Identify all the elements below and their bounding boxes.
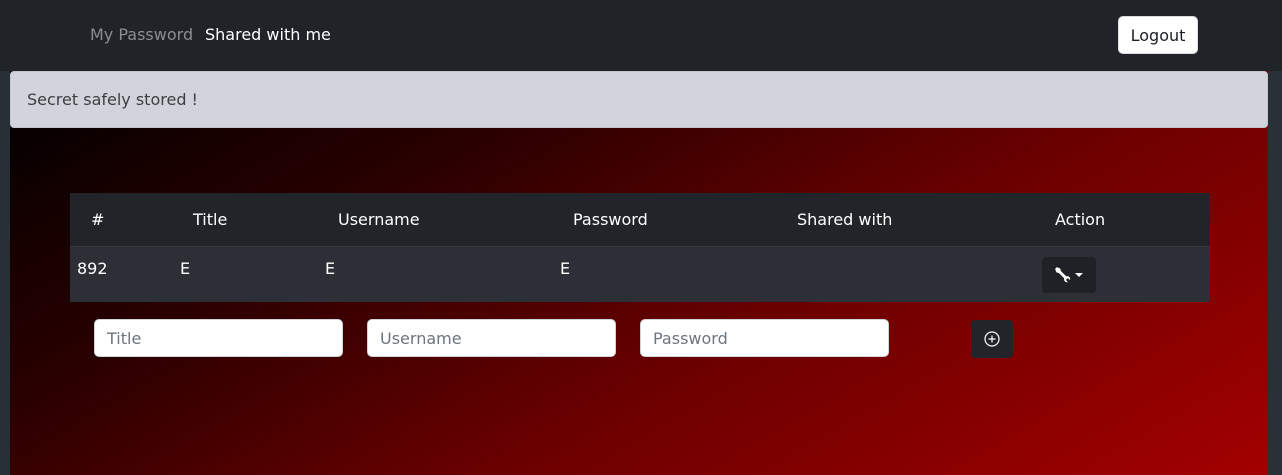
logout-button[interactable]: Logout: [1118, 16, 1198, 54]
wrench-icon: [1055, 267, 1071, 283]
password-input[interactable]: [640, 319, 889, 357]
header-id: #: [91, 210, 105, 229]
cell-password: E: [560, 259, 571, 278]
username-input[interactable]: [367, 319, 616, 357]
header-title: Title: [193, 210, 228, 229]
header-shared-with: Shared with: [797, 210, 893, 229]
action-dropdown-button[interactable]: [1042, 257, 1096, 293]
cell-username: E: [325, 259, 336, 278]
header-action: Action: [1055, 210, 1106, 229]
chevron-down-icon: [1075, 273, 1083, 277]
plus-circle-icon: [984, 331, 1000, 347]
header-username: Username: [338, 210, 420, 229]
alert-message: Secret safely stored !: [27, 90, 198, 109]
secrets-table: # Title Username Password Shared with Ac…: [70, 193, 1210, 302]
nav-my-password[interactable]: My Password: [90, 24, 193, 46]
page-edge: [1268, 71, 1282, 475]
table-header: # Title Username Password Shared with Ac…: [70, 193, 1210, 247]
nav-shared-with-me[interactable]: Shared with me: [205, 24, 331, 46]
header-password: Password: [573, 210, 648, 229]
title-input[interactable]: [94, 319, 343, 357]
add-secret-button[interactable]: [971, 320, 1013, 358]
navbar: My Password Shared with me Logout: [0, 0, 1282, 71]
table-row: 892 E E E: [70, 247, 1210, 302]
success-alert: Secret safely stored !: [10, 71, 1268, 128]
cell-title: E: [180, 259, 191, 278]
cell-id: 892: [77, 259, 108, 278]
